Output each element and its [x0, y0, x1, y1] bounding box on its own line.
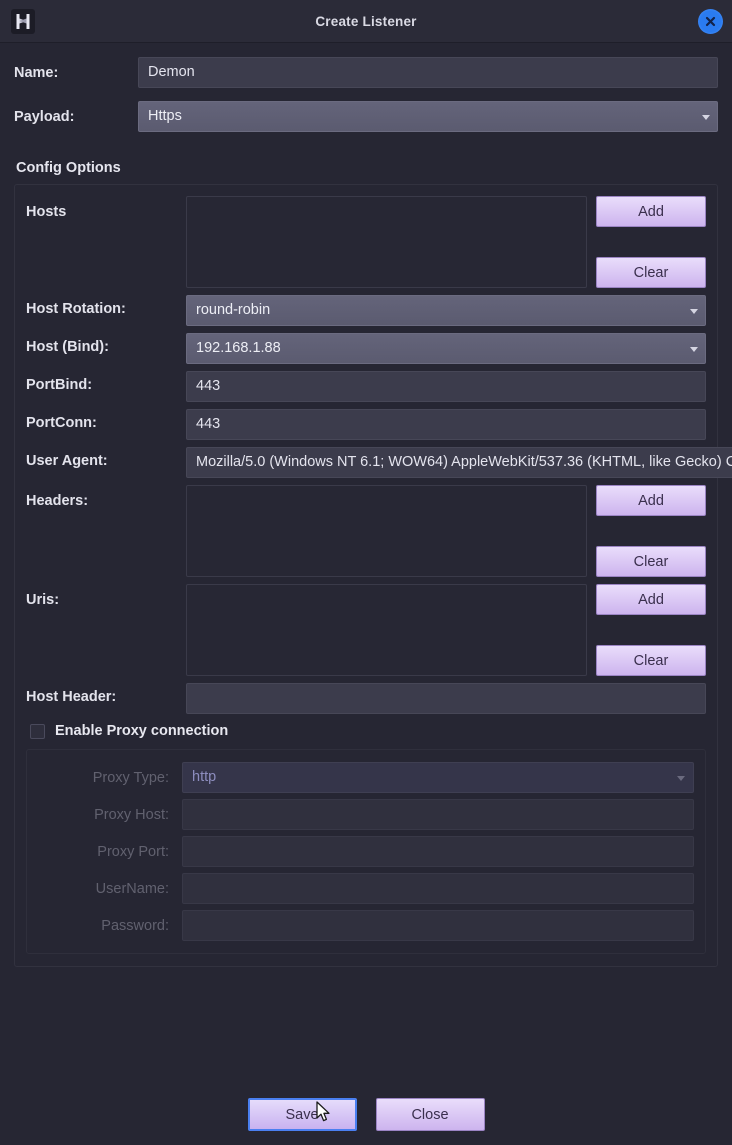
proxy-host-input	[182, 799, 694, 830]
proxy-port-row: Proxy Port:	[38, 836, 694, 867]
name-label: Name:	[14, 64, 59, 81]
uris-listbox[interactable]	[186, 584, 587, 676]
host-bind-row: Host (Bind): 192.168.1.88	[26, 333, 706, 364]
uris-clear-button[interactable]: Clear	[596, 645, 706, 676]
host-bind-label: Host (Bind):	[26, 339, 109, 355]
user-agent-label: User Agent:	[26, 453, 108, 469]
proxy-username-input	[182, 873, 694, 904]
host-rotation-label: Host Rotation:	[26, 301, 126, 317]
close-icon[interactable]	[698, 9, 723, 34]
chevron-down-icon	[677, 776, 685, 781]
host-header-label: Host Header:	[26, 689, 117, 705]
proxy-type-row: Proxy Type: http	[38, 762, 694, 793]
headers-button-group: Add Clear	[596, 485, 706, 577]
dialog-footer: Save Close	[0, 1085, 732, 1145]
payload-value: Https	[148, 108, 182, 124]
page-title: Create Listener	[315, 13, 417, 29]
hosts-button-group: Add Clear	[596, 196, 706, 288]
user-agent-input[interactable]: Mozilla/5.0 (Windows NT 6.1; WOW64) Appl…	[186, 447, 732, 478]
enable-proxy-checkbox-row[interactable]: Enable Proxy connection	[30, 723, 706, 739]
title-bar: Create Listener	[0, 0, 732, 43]
host-rotation-row: Host Rotation: round-robin	[26, 295, 706, 326]
chevron-down-icon	[690, 309, 698, 314]
port-bind-label: PortBind:	[26, 377, 93, 393]
host-rotation-select[interactable]: round-robin	[186, 295, 706, 326]
config-options-heading: Config Options	[16, 160, 121, 176]
proxy-password-label: Password:	[101, 917, 169, 934]
uris-row: Uris: Add Clear	[26, 584, 706, 676]
proxy-port-label: Proxy Port:	[97, 843, 169, 860]
hosts-row: Hosts Add Clear	[26, 196, 706, 288]
proxy-password-row: Password:	[38, 910, 694, 941]
proxy-host-row: Proxy Host:	[38, 799, 694, 830]
host-header-row: Host Header:	[26, 683, 706, 714]
user-agent-row: User Agent: Mozilla/5.0 (Windows NT 6.1;…	[26, 447, 732, 478]
chevron-down-icon	[702, 115, 710, 120]
hosts-add-button[interactable]: Add	[596, 196, 706, 227]
port-bind-input[interactable]: 443	[186, 371, 706, 402]
havoc-logo-icon	[11, 9, 35, 34]
proxy-type-label: Proxy Type:	[92, 769, 169, 786]
host-rotation-value: round-robin	[196, 302, 271, 318]
host-header-input[interactable]	[186, 683, 706, 714]
name-row: Name: Demon	[14, 57, 718, 88]
headers-listbox[interactable]	[186, 485, 587, 577]
host-bind-value: 192.168.1.88	[196, 340, 281, 356]
headers-add-button[interactable]: Add	[596, 485, 706, 516]
hosts-listbox[interactable]	[186, 196, 587, 288]
uris-add-button[interactable]: Add	[596, 584, 706, 615]
dialog-body: Name: Demon Payload: Https Config Option…	[0, 43, 732, 1085]
port-conn-label: PortConn:	[26, 415, 97, 431]
payload-select[interactable]: Https	[138, 101, 718, 132]
port-conn-row: PortConn: 443	[26, 409, 706, 440]
uris-button-group: Add Clear	[596, 584, 706, 676]
hosts-clear-button[interactable]: Clear	[596, 257, 706, 288]
payload-label: Payload:	[14, 108, 75, 125]
headers-clear-button[interactable]: Clear	[596, 546, 706, 577]
headers-row: Headers: Add Clear	[26, 485, 706, 577]
proxy-password-input	[182, 910, 694, 941]
chevron-down-icon	[690, 347, 698, 352]
enable-proxy-label: Enable Proxy connection	[55, 723, 229, 739]
payload-row: Payload: Https	[14, 101, 718, 132]
config-options-panel: Hosts Add Clear Host Rotation: round-rob…	[14, 184, 732, 967]
proxy-settings-panel: Proxy Type: http Proxy Host: Proxy Port:…	[26, 749, 706, 954]
host-bind-select[interactable]: 192.168.1.88	[186, 333, 706, 364]
name-input[interactable]: Demon	[138, 57, 718, 88]
create-listener-dialog: Create Listener Name: Demon Payload: Htt…	[0, 0, 732, 1145]
proxy-port-input	[182, 836, 694, 867]
port-conn-input[interactable]: 443	[186, 409, 706, 440]
close-button[interactable]: Close	[375, 1098, 485, 1131]
uris-label: Uris:	[26, 592, 60, 608]
proxy-username-label: UserName:	[95, 880, 169, 897]
proxy-username-row: UserName:	[38, 873, 694, 904]
hosts-label: Hosts	[26, 204, 67, 220]
proxy-type-select: http	[182, 762, 694, 793]
enable-proxy-checkbox[interactable]	[30, 723, 45, 739]
headers-label: Headers:	[26, 493, 89, 509]
port-bind-row: PortBind: 443	[26, 371, 706, 402]
save-button[interactable]: Save	[247, 1098, 357, 1131]
proxy-type-value: http	[192, 769, 217, 785]
proxy-host-label: Proxy Host:	[94, 806, 169, 823]
